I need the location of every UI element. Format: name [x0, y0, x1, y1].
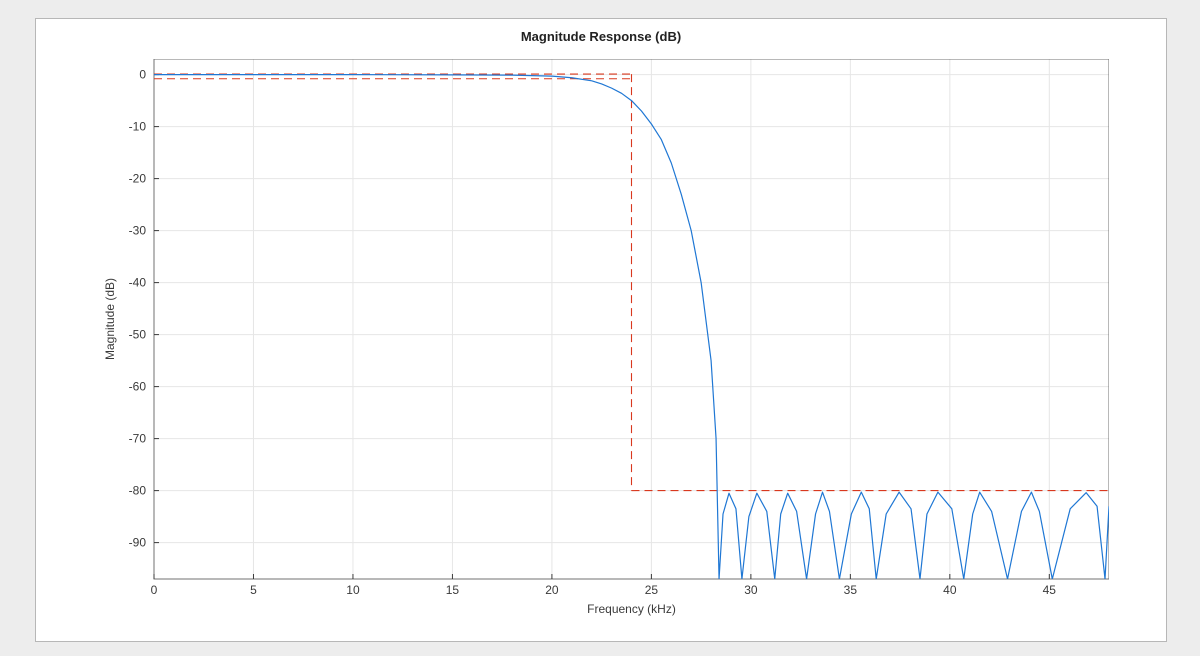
- x-tick-label: 5: [250, 583, 257, 597]
- x-tick-label: 40: [943, 583, 957, 597]
- x-tick-label: 20: [545, 583, 559, 597]
- plot-axes[interactable]: 0510152025303540450-10-20-30-40-50-60-70…: [99, 59, 1054, 579]
- x-tick-label: 35: [844, 583, 858, 597]
- x-tick-label: 25: [645, 583, 659, 597]
- y-tick-label: -20: [129, 172, 147, 186]
- plot-title: Magnitude Response (dB): [36, 29, 1166, 44]
- y-tick-label: -40: [129, 276, 147, 290]
- y-tick-label: -10: [129, 120, 147, 134]
- y-tick-label: -80: [129, 484, 147, 498]
- y-tick-label: -60: [129, 380, 147, 394]
- y-tick-label: -70: [129, 432, 147, 446]
- x-tick-label: 10: [346, 583, 360, 597]
- y-tick-label: 0: [139, 68, 146, 82]
- y-axis-label: Magnitude (dB): [103, 278, 117, 360]
- x-axis-label: Frequency (kHz): [587, 602, 676, 616]
- y-tick-label: -30: [129, 224, 147, 238]
- plot-svg: 0 5 10 15 20 25 30 35 40 45 0 -10 -20 -30 -40 -50 -60 -70…: [99, 59, 1109, 619]
- figure-panel: Magnitude Response (dB) 0 5 10 15 20 25 30 35 40…: [35, 18, 1167, 642]
- x-tick-label: 15: [446, 583, 460, 597]
- x-tick-label: 0: [151, 583, 158, 597]
- y-tick-label: -90: [129, 536, 147, 550]
- y-tick-label: -50: [129, 328, 147, 342]
- x-tick-label: 30: [744, 583, 758, 597]
- x-tick-label: 45: [1043, 583, 1057, 597]
